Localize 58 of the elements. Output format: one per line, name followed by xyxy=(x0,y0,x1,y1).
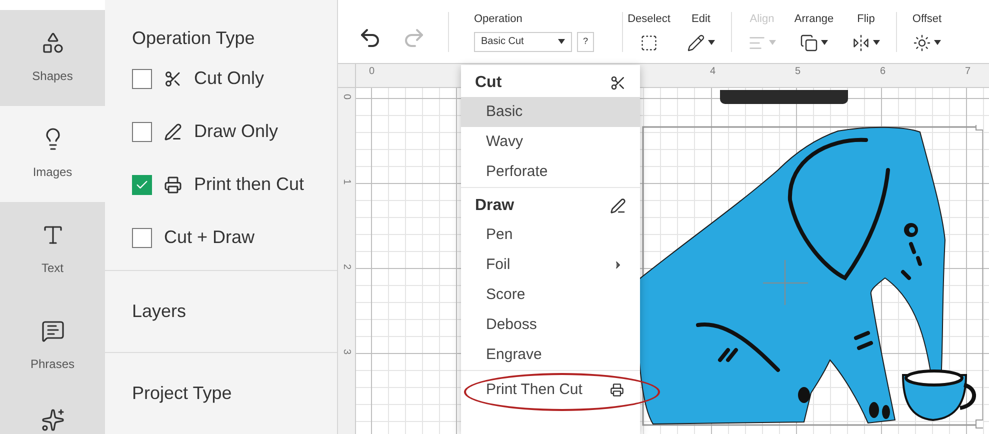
menu-item[interactable]: Pen xyxy=(461,220,640,250)
section-title[interactable]: Project Type xyxy=(132,380,232,407)
sidebar-tab[interactable]: Shapes xyxy=(0,10,105,106)
ruler-number: 1 xyxy=(340,179,353,187)
menu-item[interactable]: Deboss xyxy=(461,310,640,340)
sidebar-tab[interactable]: Phrases xyxy=(0,298,105,394)
toolbar-tool[interactable]: Offset xyxy=(901,11,953,52)
toolbar-tool[interactable]: Deselect xyxy=(623,11,675,52)
caret-icon xyxy=(558,39,565,44)
menu-item[interactable]: Perforate xyxy=(461,157,640,187)
operation-dropdown[interactable]: Basic Cut xyxy=(474,32,572,52)
checkbox[interactable] xyxy=(132,68,152,88)
scissors-icon xyxy=(610,75,626,91)
help-button[interactable]: ? xyxy=(577,32,594,52)
ruler-number: 7 xyxy=(965,65,972,79)
menu-item[interactable]: Foil xyxy=(461,250,640,280)
ruler-number: 0 xyxy=(369,66,375,77)
pen-icon xyxy=(164,122,182,140)
sidebar-tab[interactable]: Images xyxy=(0,106,105,202)
printer-icon xyxy=(164,176,182,194)
ruler-number: 3 xyxy=(340,349,353,357)
checkbox[interactable] xyxy=(132,228,152,248)
sparkle-shapes-icon[interactable] xyxy=(40,408,64,432)
menu-item[interactable]: Score xyxy=(461,280,640,310)
printer-icon xyxy=(610,383,624,397)
flip-icon xyxy=(852,34,870,52)
offset-icon xyxy=(913,34,931,52)
option-label: Draw Only xyxy=(194,120,278,143)
toolbar-tool[interactable]: Edit xyxy=(675,11,727,52)
pen-icon xyxy=(610,198,626,214)
menu-item[interactable]: Print Then Cut xyxy=(461,375,640,405)
pencil-icon xyxy=(687,34,705,52)
menu-item[interactable]: Wavy xyxy=(461,127,640,157)
option-label: Cut Only xyxy=(194,67,264,90)
operation-label: Operation xyxy=(474,12,524,28)
shapes-icon xyxy=(40,31,64,55)
section-title[interactable]: Layers xyxy=(132,298,186,325)
checkbox[interactable] xyxy=(132,122,152,142)
ruler-number: 2 xyxy=(340,264,353,272)
panel-title: Operation Type xyxy=(132,27,256,50)
option-label: Print then Cut xyxy=(194,173,304,196)
ruler-number: 5 xyxy=(795,65,802,79)
ruler-number: 4 xyxy=(710,65,717,79)
scissors-icon xyxy=(164,70,182,88)
menu-item[interactable]: Basic xyxy=(461,97,640,127)
menu-group-title: Draw xyxy=(475,196,514,216)
option-label: Cut + Draw xyxy=(164,226,255,249)
sidebar-tab[interactable]: Text xyxy=(0,202,105,298)
toolbar-tool[interactable]: Flip xyxy=(840,11,892,52)
speech-bubble-icon xyxy=(40,319,64,343)
ruler-number: 0 xyxy=(340,94,353,102)
arrange-icon xyxy=(800,34,818,52)
dashed-selection-icon xyxy=(640,34,658,52)
checkbox[interactable] xyxy=(132,174,152,194)
menu-item[interactable]: Engrave xyxy=(461,340,640,370)
ruler-number: 6 xyxy=(880,65,887,79)
toolbar-tool[interactable]: Arrange xyxy=(788,11,840,52)
menu-group-title: Cut xyxy=(475,73,502,93)
